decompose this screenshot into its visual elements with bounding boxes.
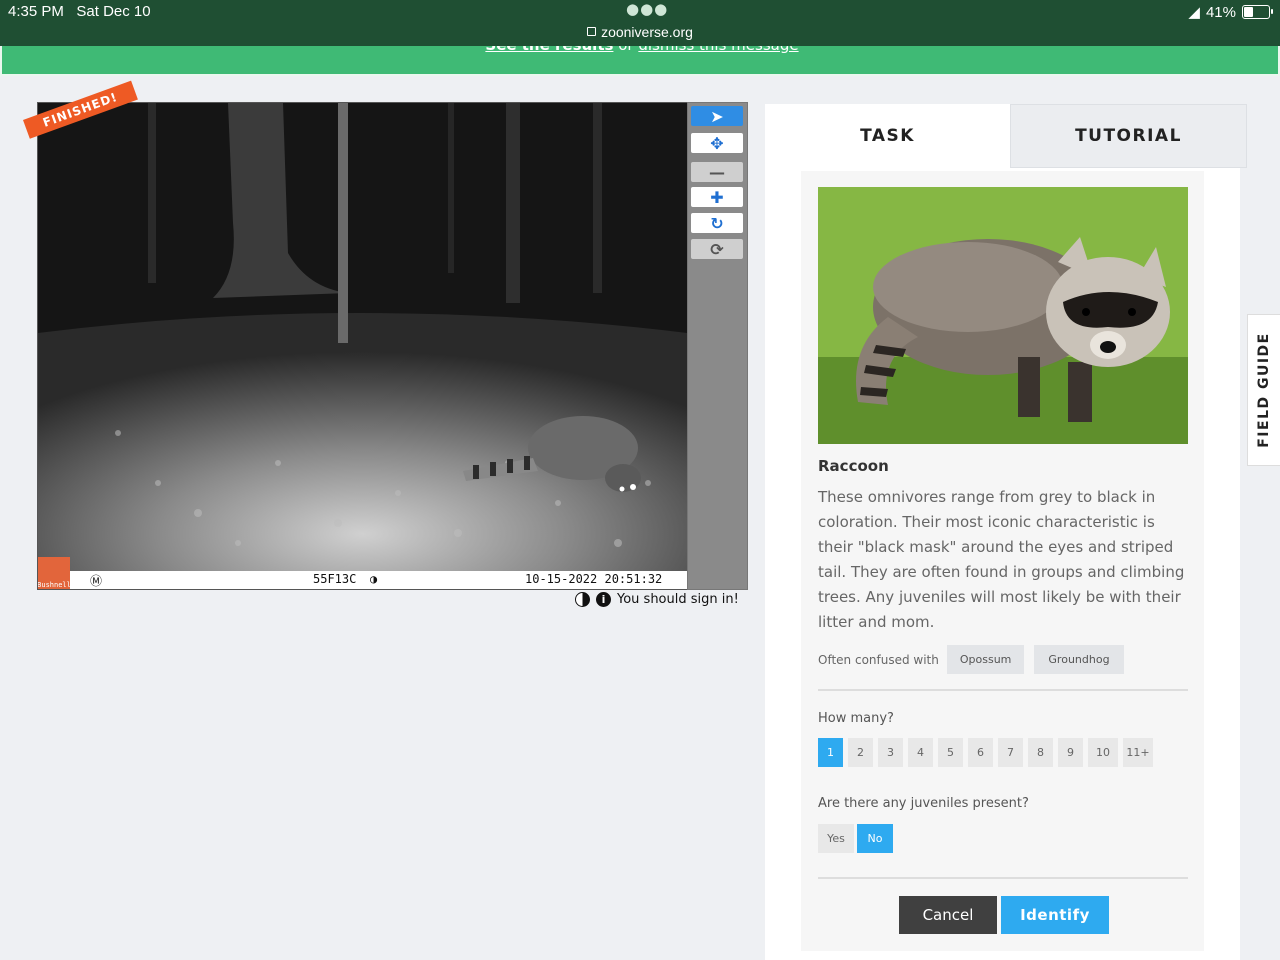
confused-option-opossum[interactable]: Opossum [946, 645, 1025, 674]
panel-tabs: TASK TUTORIAL [765, 104, 1247, 168]
task-panel: TASK TUTORIAL Raccoon These omnivores ra… [765, 104, 1247, 960]
count-option-7[interactable]: 7 [998, 738, 1023, 767]
juveniles-options: Yes No [818, 824, 893, 853]
zoom-in-icon: ✚ [710, 187, 724, 207]
moon-icon: Ⓜ [90, 574, 103, 588]
zoom-out-icon: — [709, 162, 725, 182]
count-option-8[interactable]: 8 [1028, 738, 1053, 767]
browser-status-bar: 4:35 PM Sat Dec 10 ●●● zooniverse.org ◢ … [0, 0, 1280, 46]
contrast-icon[interactable] [575, 592, 590, 607]
status-right: ◢ 41% [1188, 3, 1273, 21]
rotate-button[interactable]: ↻ [691, 213, 743, 233]
image-toolbar: ➤ ✥ — ✚ ↻ ⟳ [687, 102, 748, 590]
how-many-label: How many? [818, 711, 894, 726]
confused-option-groundhog[interactable]: Groundhog [1034, 645, 1124, 674]
species-name: Raccoon [818, 457, 889, 475]
reset-button[interactable]: ⟳ [691, 239, 743, 259]
count-option-6[interactable]: 6 [968, 738, 993, 767]
confused-label: Often confused with [818, 652, 939, 667]
count-option-2[interactable]: 2 [848, 738, 873, 767]
cancel-button[interactable]: Cancel [899, 896, 997, 934]
move-tool-button[interactable]: ✥ [691, 133, 743, 153]
count-option-10[interactable]: 10 [1088, 738, 1118, 767]
reset-icon: ⟳ [710, 239, 724, 259]
camera-code: 55F13C [313, 572, 357, 586]
rotate-icon: ↻ [710, 213, 724, 233]
sign-in-text[interactable]: You should sign in! [617, 592, 739, 607]
count-option-3[interactable]: 3 [878, 738, 903, 767]
more-dots-icon[interactable]: ●●● [626, 0, 668, 18]
pointer-icon: ➤ [710, 106, 724, 126]
status-time: 4:35 PM Sat Dec 10 [8, 3, 151, 20]
url-bar[interactable]: zooniverse.org [0, 24, 1280, 40]
species-description: These omnivores range from grey to black… [818, 488, 1185, 631]
trail-camera-image[interactable]: Bushnell Ⓜ 55F13C ◑ 10-15-2022 20:51:32 [37, 102, 688, 590]
raccoon-photo [818, 187, 1188, 444]
tab-tutorial[interactable]: TUTORIAL [1010, 104, 1247, 168]
wifi-icon: ◢ [1188, 4, 1200, 21]
bushnell-logo: Bushnell [38, 557, 71, 589]
how-many-options: 1 2 3 4 5 6 7 8 9 10 11+ [818, 738, 1153, 767]
info-icon[interactable]: i [596, 592, 611, 607]
divider [818, 689, 1188, 691]
zoom-in-button[interactable]: ✚ [691, 187, 743, 207]
action-buttons: Cancel Identify [899, 896, 1109, 934]
juveniles-yes[interactable]: Yes [818, 824, 854, 853]
camera-datetime: 10-15-2022 20:51:32 [525, 572, 663, 586]
species-card: Raccoon These omnivores range from grey … [801, 171, 1204, 951]
banner-or-text: or [618, 46, 633, 54]
time-text: 4:35 PM [8, 3, 64, 20]
divider [818, 877, 1188, 879]
juveniles-label: Are there any juveniles present? [818, 796, 1029, 811]
count-option-1[interactable]: 1 [818, 738, 843, 767]
exposure-icon: ◑ [370, 572, 378, 586]
identify-button[interactable]: Identify [1001, 896, 1109, 934]
juveniles-no[interactable]: No [857, 824, 893, 853]
camera-stamp-bar: Bushnell Ⓜ 55F13C ◑ 10-15-2022 20:51:32 [38, 557, 687, 589]
count-option-4[interactable]: 4 [908, 738, 933, 767]
pointer-tool-button[interactable]: ➤ [691, 106, 743, 126]
tab-task[interactable]: TASK [765, 104, 1010, 168]
count-option-5[interactable]: 5 [938, 738, 963, 767]
species-photo [818, 187, 1188, 444]
date-text: Sat Dec 10 [76, 3, 151, 20]
dismiss-message-link[interactable]: dismiss this message [638, 46, 798, 54]
subject-viewer: Bushnell Ⓜ 55F13C ◑ 10-15-2022 20:51:32 … [23, 80, 748, 590]
night-forest-scene [38, 103, 687, 573]
count-option-9[interactable]: 9 [1058, 738, 1083, 767]
sign-in-notice: i You should sign in! [575, 592, 739, 607]
zoom-out-button[interactable]: — [691, 162, 743, 182]
lock-icon [587, 27, 597, 36]
url-text: zooniverse.org [601, 24, 693, 40]
field-guide-label: FIELD GUIDE [1256, 332, 1272, 448]
results-banner: See the results or dismiss this message [0, 46, 1280, 76]
move-icon: ✥ [710, 133, 724, 153]
field-guide-tab[interactable]: FIELD GUIDE [1247, 314, 1280, 466]
confused-with-row: Often confused with Opossum Groundhog [818, 645, 1124, 674]
battery-percent: 41% [1205, 3, 1236, 21]
battery-icon [1242, 5, 1273, 19]
count-option-11plus[interactable]: 11+ [1123, 738, 1153, 767]
see-results-link[interactable]: See the results [485, 46, 613, 54]
